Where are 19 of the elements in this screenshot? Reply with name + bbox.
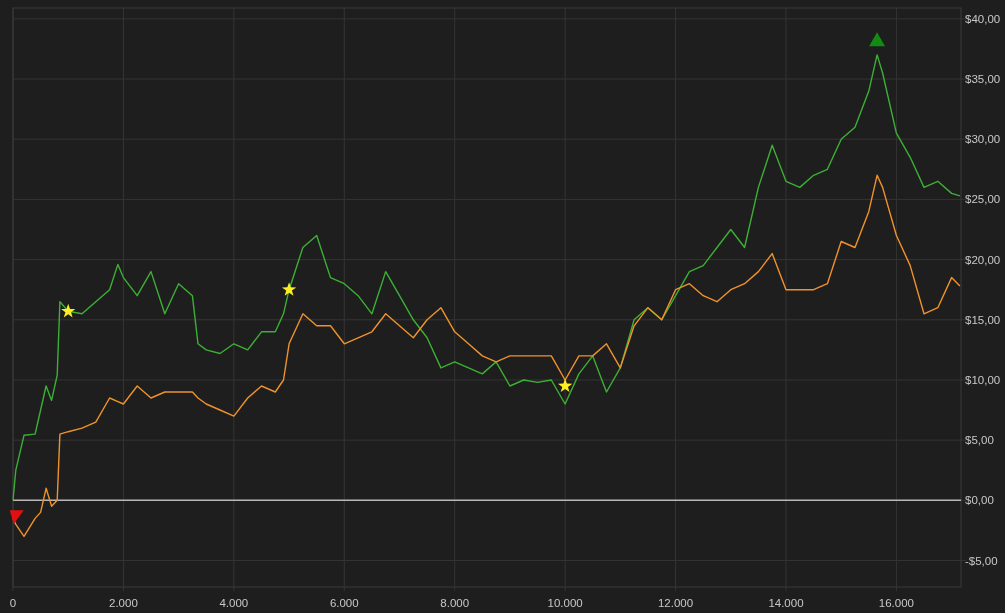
axis-label: 2.000 xyxy=(109,597,138,609)
axis-label: 8.000 xyxy=(440,597,470,609)
axis-label: $5,00 xyxy=(965,434,994,447)
axis-label: 4.000 xyxy=(219,597,249,609)
axis-label: -$5,00 xyxy=(965,554,998,567)
axis-label: $35,00 xyxy=(965,73,1001,85)
axis-label: $30,00 xyxy=(965,133,1001,146)
axis-label: 16.000 xyxy=(878,597,914,609)
axis-label: $0,00 xyxy=(965,494,994,507)
axis-label: $15,00 xyxy=(965,313,1001,326)
axis-label: 6.000 xyxy=(329,597,359,609)
axis-label: $25,00 xyxy=(965,193,1001,206)
axis-label: 10.000 xyxy=(547,597,583,609)
axis-label: 0 xyxy=(9,597,17,609)
axis-label: 14.000 xyxy=(768,597,804,609)
axis-label: $10,00 xyxy=(965,373,1001,386)
axis-label: $20,00 xyxy=(965,253,1001,266)
axis-label: $40,00 xyxy=(965,12,1001,25)
axis-label: 12.000 xyxy=(657,597,694,609)
